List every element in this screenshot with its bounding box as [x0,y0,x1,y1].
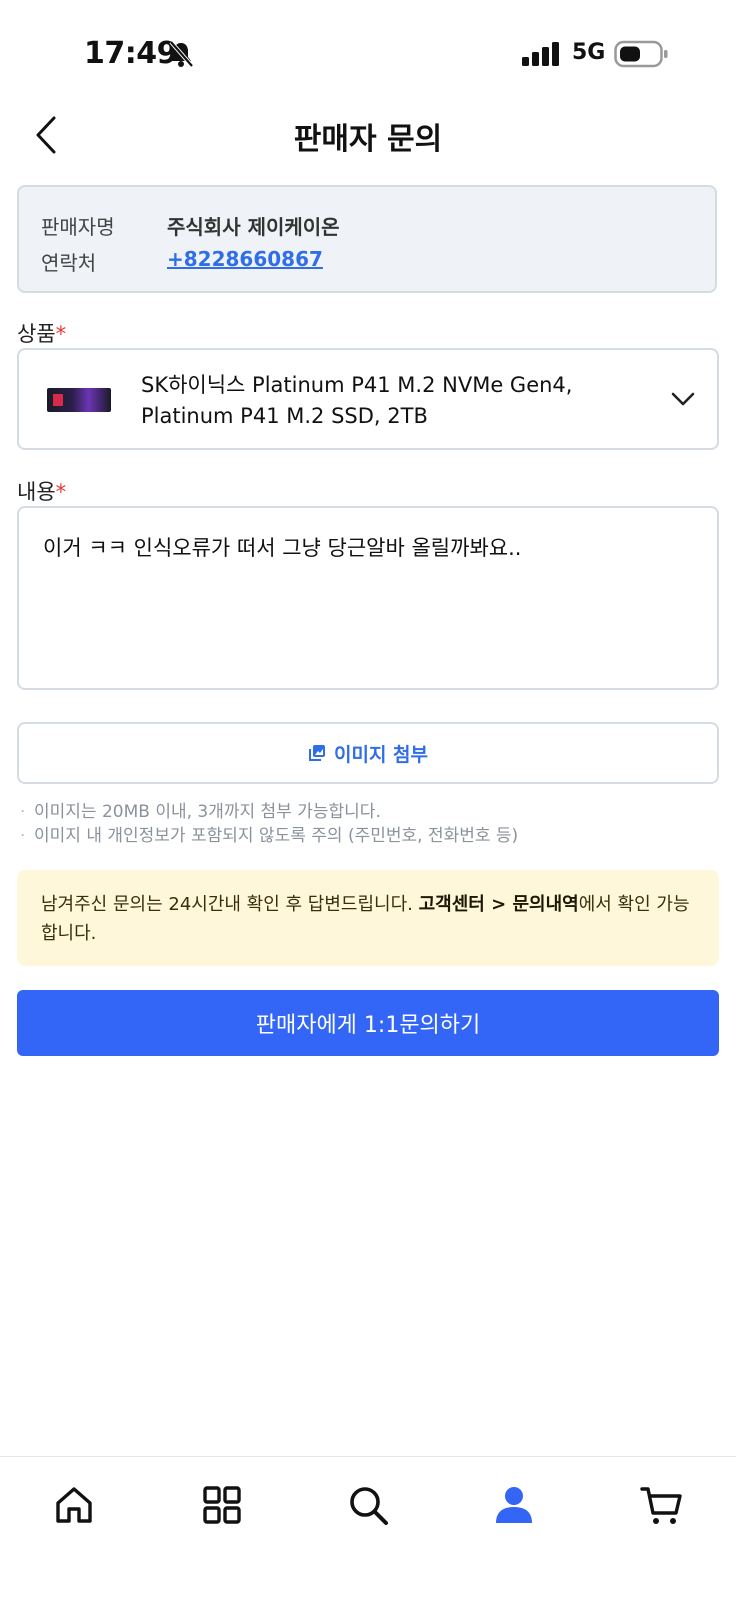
bell-muted-icon [169,40,194,68]
product-name: SK하이닉스 Platinum P41 M.2 NVMe Gen4, Plati… [141,373,573,428]
product-thumbnail [47,388,111,412]
seller-phone-link[interactable]: +8228660867 [167,247,323,271]
home-icon [56,1487,92,1523]
categories-icon [203,1486,241,1524]
submit-label: 판매자에게 1:1문의하기 [255,1013,481,1038]
battery-icon [614,40,668,68]
response-notice: 남겨주신 문의는 24시간내 확인 후 답변드립니다. 고객센터 > 문의내역에… [17,870,719,966]
bottom-tab-bar [0,1456,736,1600]
tab-search[interactable] [344,1481,392,1529]
notice-prefix: 남겨주신 문의는 24시간내 확인 후 답변드립니다. [41,894,419,915]
required-mark: * [55,480,67,504]
image-icon [308,745,325,761]
content-textarea[interactable]: 이거 ㅋㅋ 인식오류가 떠서 그냥 당근알바 올릴까봐요.. [17,506,719,690]
image-attach-button[interactable]: 이미지 첨부 [17,722,719,784]
page-title: 판매자 문의 [293,122,443,157]
tab-my-account[interactable] [490,1481,538,1529]
tab-home[interactable] [50,1481,98,1529]
product-field-label: 상품* [17,318,66,348]
required-mark: * [55,322,67,346]
attach-notes: · 이미지는 20MB 이내, 3개까지 첨부 가능합니다. · 이미지 내 개인정… [20,800,518,848]
content-label-text: 내용 [17,480,56,504]
seller-info-box: 판매자명 주식회사 제이케이온 연락처 +8228660867 [17,185,717,293]
submit-inquiry-button[interactable]: 판매자에게 1:1문의하기 [17,990,719,1056]
my-account-icon [496,1487,532,1523]
content-text-value: 이거 ㅋㅋ 인식오류가 떠서 그냥 당근알바 올릴까봐요.. [43,536,522,560]
product-label-text: 상품 [17,322,56,346]
network-type: 5G [572,40,606,65]
image-attach-label: 이미지 첨부 [333,743,428,766]
tab-categories[interactable] [198,1481,246,1529]
seller-name-label: 판매자명 [41,215,115,239]
search-icon [350,1487,388,1525]
attach-note-2: · 이미지 내 개인정보가 포함되지 않도록 주의 (주민번호, 전화번호 등) [20,826,519,846]
product-dropdown[interactable]: SK하이닉스 Platinum P41 M.2 NVMe Gen4, Plati… [17,348,719,450]
status-time: 17:49 [84,36,178,71]
content-field-label: 내용* [17,476,66,506]
attach-note-1: · 이미지는 20MB 이내, 3개까지 첨부 가능합니다. [20,802,381,822]
seller-name-value: 주식회사 제이케이온 [167,215,340,239]
tab-cart[interactable] [638,1481,686,1529]
inquiry-page: 17:49 5G 판매자 문의 판매자명 주식회사 제이케이온 연락처 +822… [0,0,736,1600]
notice-emphasis: 고객센터 > 문의내역 [418,894,579,915]
status-bar: 17:49 5G [0,0,736,100]
cart-icon [640,1487,682,1524]
header: 판매자 문의 [0,100,736,180]
signal-icon [522,42,559,66]
seller-contact-label: 연락처 [41,251,97,275]
chevron-down-icon [671,392,695,406]
